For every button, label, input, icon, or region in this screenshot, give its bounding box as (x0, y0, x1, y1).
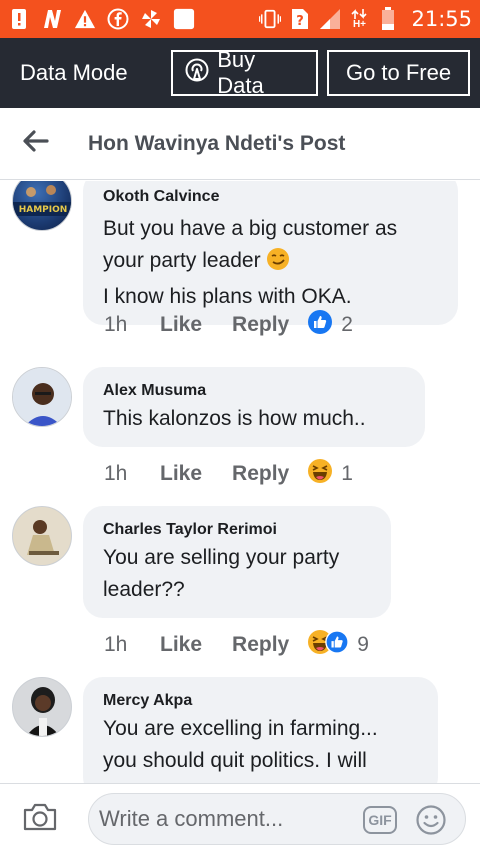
smirk-emoji-icon (266, 247, 290, 281)
reply-button[interactable]: Reply (232, 462, 289, 486)
comment-author[interactable]: Alex Musuma (103, 381, 405, 401)
buy-data-label: Buy Data (217, 47, 264, 98)
back-arrow-icon (23, 130, 49, 157)
network-n-icon (41, 8, 63, 30)
camera-icon (22, 802, 58, 837)
svg-text:HAMPION: HAMPION (19, 205, 68, 215)
comment-actions: 1h Like Reply 2 (104, 309, 353, 341)
avatar[interactable] (12, 506, 72, 566)
reaction-count: 1 (341, 462, 353, 485)
comment-text-line: This kalonzos is how much.. (103, 407, 366, 430)
battery-low-icon (377, 7, 399, 30)
broadcast-icon (185, 58, 209, 88)
vibrate-icon (259, 8, 282, 30)
comment-bubble[interactable]: Alex Musuma This kalonzos is how much.. (83, 367, 425, 447)
go-to-free-label: Go to Free (345, 60, 452, 85)
like-button[interactable]: Like (160, 313, 202, 337)
comment-actions: 1h Like Reply 1 (104, 458, 353, 490)
comment-input[interactable]: Write a comment... GIF (88, 793, 466, 845)
comment-input-placeholder: Write a comment... (99, 806, 284, 831)
sim-unknown-icon: ? (289, 8, 311, 30)
app-square-icon (173, 8, 195, 30)
comment-text-line: But you have a big customer as (103, 217, 398, 240)
buy-data-button[interactable]: Buy Data (171, 47, 319, 98)
facebook-icon (107, 8, 129, 30)
comment-composer: Write a comment... GIF (0, 783, 480, 854)
like-button[interactable]: Like (160, 633, 202, 657)
data-mode-label: Data Mode (20, 60, 128, 85)
comment-text-line: your party leader (103, 249, 261, 272)
haha-reaction-icon (307, 458, 333, 490)
comment-actions: 1h Like Reply 9 (104, 629, 369, 661)
comment-text-line-wrap: your party leader (103, 245, 438, 281)
reply-button[interactable]: Reply (232, 633, 289, 657)
data-mode-bar: Data Mode Buy Data Go to Free (0, 38, 480, 108)
pinwheel-icon (140, 8, 162, 30)
like-button[interactable]: Like (160, 462, 202, 486)
status-bar: ? H+ 21:55 (0, 0, 480, 38)
comment-text-line: leader?? (103, 578, 185, 601)
reply-button[interactable]: Reply (232, 313, 289, 337)
comment-bubble[interactable]: Mercy Akpa You are excelling in farming.… (83, 677, 438, 783)
reactions-summary[interactable]: 2 (307, 309, 353, 341)
avatar[interactable] (12, 367, 72, 427)
avatar[interactable] (12, 677, 72, 737)
comment-time[interactable]: 1h (104, 313, 160, 337)
gif-button[interactable]: GIF (363, 806, 397, 834)
emoji-button[interactable] (415, 804, 447, 841)
emoji-icon (416, 805, 446, 835)
reaction-count: 2 (341, 313, 353, 336)
alert-icon (74, 8, 96, 30)
notification-warning-icon (8, 8, 30, 30)
reactions-summary[interactable]: 9 (307, 629, 369, 661)
comment-text-line: you should quit politics. I will (103, 749, 367, 772)
go-to-free-button[interactable]: Go to Free (327, 50, 470, 96)
comment-time[interactable]: 1h (104, 462, 160, 486)
comment-time[interactable]: 1h (104, 633, 160, 657)
avatar[interactable]: HAMPION (12, 181, 72, 231)
comments-list[interactable]: HAMPION Okoth Calvince But you have a bi… (0, 181, 480, 783)
reactions-summary[interactable]: 1 (307, 458, 353, 490)
reaction-count: 9 (357, 633, 369, 656)
post-header: Hon Wavinya Ndeti's Post (0, 108, 480, 180)
svg-text:?: ? (297, 14, 305, 29)
status-time: 21:55 (411, 7, 472, 31)
comment-bubble[interactable]: Charles Taylor Rerimoi You are selling y… (83, 506, 391, 618)
comment-author[interactable]: Okoth Calvince (103, 187, 438, 207)
back-button[interactable] (0, 108, 72, 180)
like-reaction-icon (307, 309, 333, 341)
camera-button[interactable] (0, 784, 80, 854)
signal-icon (319, 8, 341, 30)
like-reaction-icon (325, 630, 349, 660)
comment-text-line: You are excelling in farming... (103, 717, 378, 740)
data-arrows-icon: H+ (349, 8, 369, 30)
comment-author[interactable]: Charles Taylor Rerimoi (103, 520, 371, 540)
comment-text-line: You are selling your party (103, 546, 340, 569)
comment-bubble[interactable]: Okoth Calvince But you have a big custom… (83, 181, 458, 325)
network-type-label: H+ (352, 19, 366, 30)
comment-author[interactable]: Mercy Akpa (103, 691, 418, 711)
page-title: Hon Wavinya Ndeti's Post (88, 131, 346, 155)
